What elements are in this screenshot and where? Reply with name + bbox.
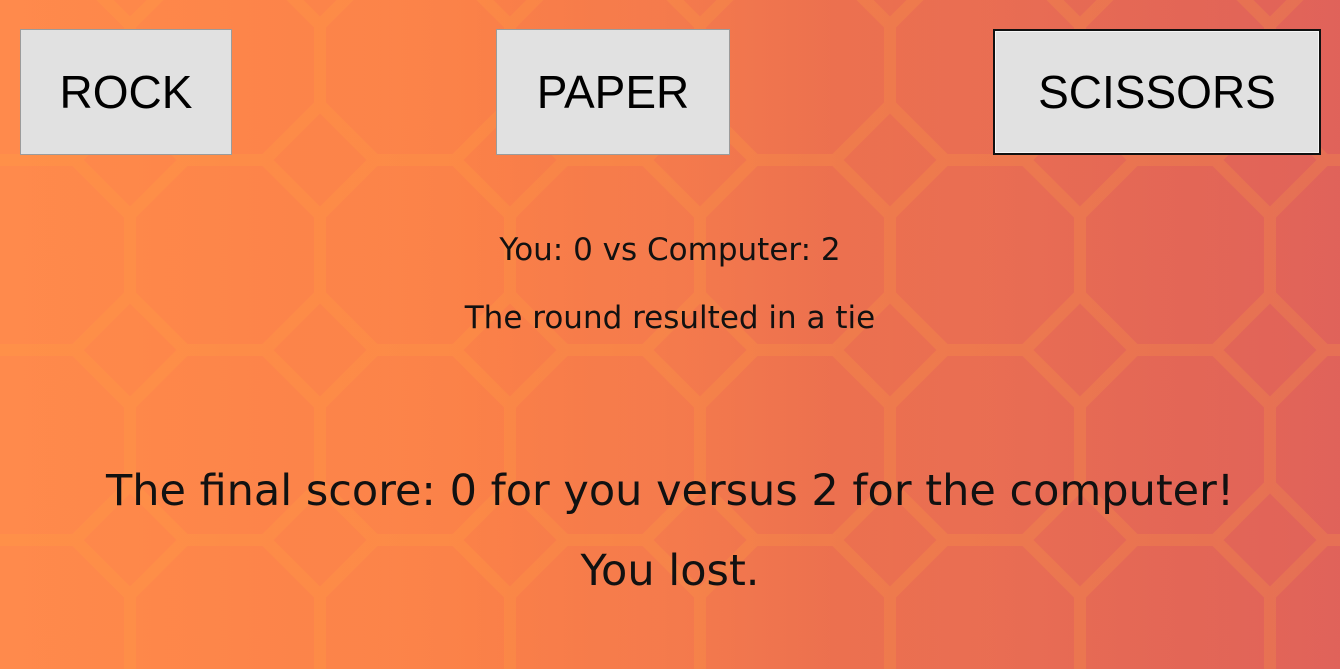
scissors-button[interactable]: SCISSORS bbox=[993, 29, 1321, 155]
final-score: The final score: 0 for you versus 2 for … bbox=[105, 466, 1235, 516]
round-result: The round resulted in a tie bbox=[464, 300, 876, 336]
rock-button[interactable]: ROCK bbox=[20, 29, 232, 155]
game-outcome: You lost. bbox=[580, 546, 760, 596]
paper-button[interactable]: PAPER bbox=[496, 29, 730, 155]
score-display: You: 0 vs Computer: 2 bbox=[499, 232, 841, 268]
